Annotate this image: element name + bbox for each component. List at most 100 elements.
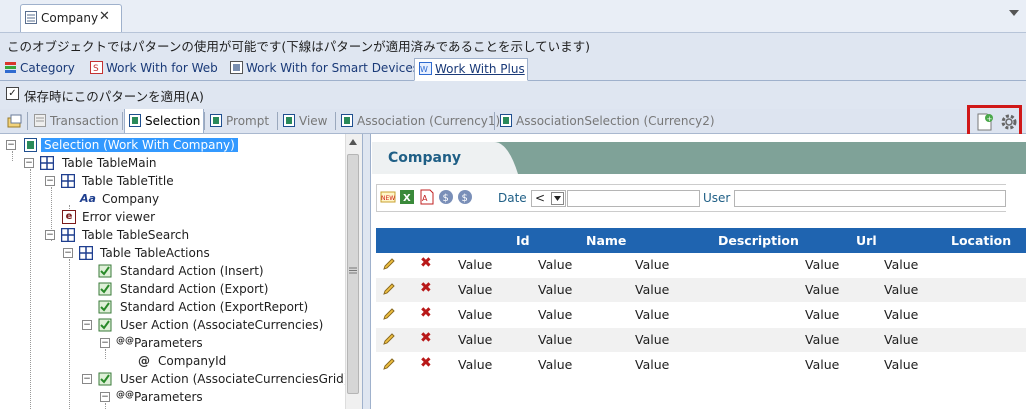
tab-association-currency1[interactable]: Association (Currency1) xyxy=(337,109,500,133)
tab-associationselection-currency2[interactable]: AssociationSelection (Currency2) xyxy=(496,109,715,133)
document-tab-bar xyxy=(0,0,1026,33)
tab-work-with-for-web[interactable]: S Work With for Web xyxy=(86,58,218,79)
tab-label: Work With for Web xyxy=(106,61,218,75)
tab-list-dropdown-icon[interactable] xyxy=(1008,8,1020,18)
scroll-grip-icon xyxy=(349,267,357,274)
column-header-url[interactable]: Url xyxy=(856,233,877,248)
cell-name: Value xyxy=(538,357,573,372)
action-icon xyxy=(98,318,112,332)
collapse-icon[interactable]: − xyxy=(63,248,73,258)
column-header-name[interactable]: Name xyxy=(586,233,626,248)
association-selection-icon xyxy=(500,114,512,127)
tree-scrollbar-thumb[interactable] xyxy=(347,154,359,394)
date-operator-select[interactable]: < xyxy=(531,190,566,207)
cell-id: Value xyxy=(458,257,493,272)
close-tab-icon[interactable]: ✕ xyxy=(99,9,110,24)
cell-description: Value xyxy=(635,332,670,347)
collapse-icon[interactable]: − xyxy=(82,374,92,384)
tree-node-label: Table TableMain xyxy=(62,156,157,170)
document-tab-company[interactable]: Company ✕ xyxy=(20,4,122,32)
edit-pencil-icon[interactable] xyxy=(382,257,396,271)
edit-pencil-icon[interactable] xyxy=(382,332,396,346)
tab-prompt[interactable]: Prompt xyxy=(206,109,274,133)
tree-node-label: Table TableSearch xyxy=(82,228,190,242)
cell-name: Value xyxy=(538,257,573,272)
tab-work-with-for-smart-devices[interactable]: Work With for Smart Devices xyxy=(226,58,419,79)
collapse-icon[interactable]: − xyxy=(100,392,110,402)
tab-transaction[interactable]: Transaction xyxy=(30,109,120,133)
action-icon xyxy=(98,372,112,386)
column-header-location[interactable]: Location xyxy=(951,233,1011,248)
svg-text:X: X xyxy=(403,193,411,204)
selection-instance-icon xyxy=(24,138,37,152)
apply-pattern-label[interactable]: 保存時にこのパターンを適用(A) xyxy=(24,86,204,105)
tree-node-label: Parameters xyxy=(134,336,203,350)
svg-text:W: W xyxy=(420,65,428,74)
cell-id: Value xyxy=(458,357,493,372)
tree-node-label: Standard Action (ExportReport) xyxy=(120,300,309,314)
collapse-icon[interactable]: − xyxy=(100,338,110,348)
cell-description: Value xyxy=(635,357,670,372)
cell-url: Value xyxy=(805,307,840,322)
column-header-description[interactable]: Description xyxy=(718,233,799,248)
tab-label: Work With Plus xyxy=(435,62,525,76)
tab-label: Prompt xyxy=(226,114,270,128)
scroll-up-icon[interactable] xyxy=(349,139,357,145)
tree-node-label: Table TableActions xyxy=(100,246,210,260)
tab-label: Association (Currency1) xyxy=(357,114,501,128)
export-excel-icon[interactable]: X xyxy=(399,189,415,205)
column-header-id[interactable]: Id xyxy=(516,233,530,248)
preview-title: Company xyxy=(388,150,462,166)
export-pdf-icon[interactable]: A xyxy=(419,189,435,205)
cell-location: Value xyxy=(884,282,919,297)
currency-grid-action-icon[interactable]: $ xyxy=(457,189,473,205)
delete-icon[interactable]: ✖ xyxy=(420,280,432,296)
edit-pencil-icon[interactable] xyxy=(382,307,396,321)
svg-text:NEW: NEW xyxy=(381,195,395,202)
apply-pattern-checkbox[interactable]: ✓ xyxy=(6,87,19,100)
smart-devices-icon xyxy=(230,61,243,74)
table-row: ✖ Value Value Value Value Value xyxy=(376,328,1026,352)
currency-action-icon[interactable]: $ xyxy=(438,189,454,205)
edit-pencil-icon[interactable] xyxy=(382,357,396,371)
association-icon xyxy=(341,114,353,127)
tab-selection[interactable]: Selection xyxy=(124,109,204,133)
tab-work-with-plus[interactable]: W Work With Plus xyxy=(414,58,528,81)
delete-icon[interactable]: ✖ xyxy=(420,355,432,371)
tab-label: Category xyxy=(20,61,75,75)
collapse-icon[interactable]: − xyxy=(45,176,55,186)
table-row: ✖ Value Value Value Value Value xyxy=(376,253,1026,277)
edit-pencil-icon[interactable] xyxy=(382,282,396,296)
delete-icon[interactable]: ✖ xyxy=(420,330,432,346)
action-icon xyxy=(98,300,112,314)
cell-description: Value xyxy=(635,307,670,322)
cell-name: Value xyxy=(538,307,573,322)
tab-label: Selection xyxy=(145,114,201,128)
cell-url: Value xyxy=(805,357,840,372)
table-icon xyxy=(61,228,75,242)
parameter-icon: @ xyxy=(138,354,150,368)
collapse-icon[interactable]: − xyxy=(82,320,92,330)
svg-text:S: S xyxy=(93,64,99,74)
tab-category[interactable]: Category xyxy=(0,58,78,79)
tree-node-label: Error viewer xyxy=(82,210,156,224)
tab-label: AssociationSelection (Currency2) xyxy=(516,114,715,128)
error-viewer-icon: e xyxy=(62,210,76,224)
collapse-icon[interactable]: − xyxy=(6,140,16,150)
date-filter-input[interactable] xyxy=(567,190,700,207)
work-with-web-icon: S xyxy=(90,61,103,74)
tab-label: Transaction xyxy=(50,114,119,128)
table-icon xyxy=(40,156,54,170)
tab-view[interactable]: View xyxy=(279,109,333,133)
instance-settings-icon[interactable] xyxy=(7,113,23,129)
delete-icon[interactable]: ✖ xyxy=(420,305,432,321)
delete-icon[interactable]: ✖ xyxy=(420,255,432,271)
tree-node-label: User Action (AssociateCurrenciesGrid) xyxy=(120,372,349,386)
new-record-icon[interactable]: NEW xyxy=(380,189,396,205)
collapse-icon[interactable]: − xyxy=(45,230,55,240)
highlight-box xyxy=(967,105,1022,137)
action-icon xyxy=(98,282,112,296)
user-filter-input[interactable] xyxy=(734,190,1006,207)
cell-description: Value xyxy=(635,282,670,297)
collapse-icon[interactable]: − xyxy=(24,158,34,168)
